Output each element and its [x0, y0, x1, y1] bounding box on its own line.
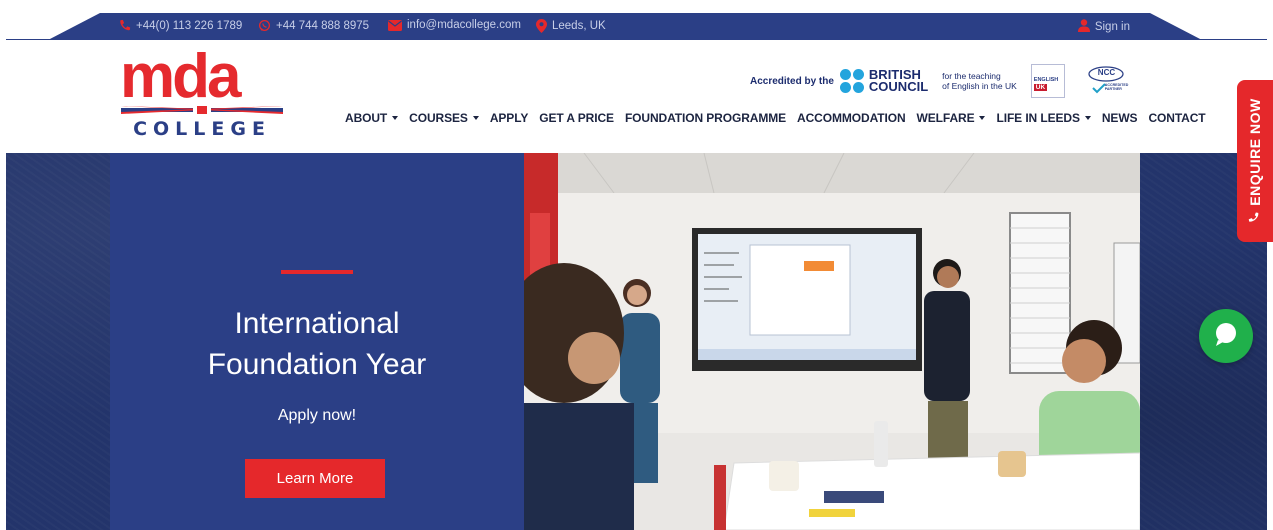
- classroom-photo: [524, 153, 1140, 530]
- phone-contact[interactable]: +44(0) 113 226 1789: [118, 19, 242, 32]
- accredited-by-text: Accredited by the: [750, 75, 834, 87]
- nav-contact[interactable]: CONTACT: [1148, 111, 1205, 125]
- nav-contact-label: CONTACT: [1148, 111, 1206, 125]
- map-pin-icon: [536, 19, 547, 33]
- nav-foundation-programme[interactable]: FOUNDATION PROGRAMME: [625, 111, 786, 125]
- english-uk-bottom: UK: [1033, 84, 1048, 91]
- bc-tagline-1: for the teaching: [942, 71, 1001, 81]
- british-council-logo: BRITISH COUNCIL: [868, 68, 929, 94]
- email-contact[interactable]: info@mdacollege.com: [388, 19, 521, 31]
- ncc-subtext: ACCREDITED PARTNER: [1104, 83, 1129, 91]
- logo-wordmark: mda: [120, 42, 241, 111]
- main-navigation: ABOUT COURSES APPLY GET A PRICE FOUNDATI…: [345, 111, 1206, 125]
- phone-number-2: +44 744 888 8975: [276, 19, 370, 32]
- nav-apply-label: APPLY: [489, 111, 529, 125]
- caret-down-icon: [392, 116, 399, 120]
- nav-life-in-leeds[interactable]: LIFE IN LEEDS: [996, 111, 1091, 125]
- hero-accent-line: [281, 270, 353, 274]
- nav-accommodation-label: ACCOMMODATION: [797, 111, 906, 125]
- phone-handset-icon: [1247, 212, 1263, 224]
- accreditation-strip: Accredited by the BRITISH COUNCIL for th…: [750, 64, 1129, 98]
- top-contact-bar-wrapper: +44(0) 113 226 1789 +44 744 888 8975 inf…: [0, 0, 1273, 42]
- chat-widget-button[interactable]: [1199, 309, 1253, 363]
- hero-title-line-2: Foundation Year: [207, 348, 427, 381]
- email-address: info@mdacollege.com: [407, 19, 521, 31]
- nav-news-label: NEWS: [1101, 111, 1138, 125]
- nav-get-a-price[interactable]: GET A PRICE: [539, 111, 614, 125]
- phone-icon: [118, 19, 131, 32]
- user-icon: [1077, 19, 1090, 35]
- logo-union-stripe: [121, 106, 283, 114]
- sign-in-link[interactable]: Sign in: [1077, 19, 1130, 35]
- enquire-now-content: ENQUIRE NOW: [1247, 98, 1263, 223]
- nav-accommodation[interactable]: ACCOMMODATION: [797, 111, 906, 125]
- phone-number-1: +44(0) 113 226 1789: [136, 19, 243, 32]
- nav-courses-label: COURSES: [409, 111, 468, 125]
- logo-college-text: COLLEGE: [133, 118, 271, 140]
- classroom-illustration: [524, 153, 1140, 530]
- nav-about[interactable]: ABOUT: [345, 111, 399, 125]
- mda-college-logo[interactable]: mda COLLEGE: [118, 46, 286, 144]
- location-text: Leeds, UK: [552, 20, 606, 32]
- nav-news[interactable]: NEWS: [1102, 111, 1138, 125]
- hero-subtitle: Apply now!: [277, 407, 357, 424]
- nav-life-in-leeds-label: LIFE IN LEEDS: [996, 111, 1080, 125]
- hero-title-line-1: International: [234, 307, 400, 340]
- envelope-icon: [388, 19, 402, 31]
- whatsapp-contact[interactable]: +44 744 888 8975: [258, 19, 369, 32]
- nav-apply[interactable]: APPLY: [489, 111, 529, 125]
- bc-tagline-2: of English in the UK: [942, 81, 1017, 91]
- whatsapp-icon: [258, 19, 271, 32]
- caret-down-icon: [979, 116, 986, 120]
- hero-title: International Foundation Year: [110, 303, 524, 385]
- british-council-tagline: for the teaching of English in the UK: [942, 71, 1017, 91]
- caret-down-icon: [472, 116, 479, 120]
- nav-courses[interactable]: COURSES: [409, 111, 479, 125]
- english-uk-logo: ENGLISH UK: [1030, 64, 1065, 98]
- sign-in-label: Sign in: [1094, 21, 1130, 33]
- hero-banner: International Foundation Year Apply now!…: [6, 153, 1267, 530]
- british-council-logo-dots: [839, 69, 864, 93]
- ncc-text: NCC: [1097, 68, 1116, 77]
- caret-down-icon: [1084, 116, 1091, 120]
- enquire-now-tab[interactable]: ENQUIRE NOW: [1237, 80, 1273, 242]
- english-uk-top: ENGLISH: [1033, 77, 1059, 83]
- chat-bubble-icon: [1212, 320, 1240, 353]
- nav-get-a-price-label: GET A PRICE: [539, 111, 614, 125]
- nav-welfare[interactable]: WELFARE: [917, 111, 986, 125]
- nav-welfare-label: WELFARE: [916, 111, 975, 125]
- ncc-logo: NCC ACCREDITED PARTNER: [1083, 64, 1129, 98]
- learn-more-button[interactable]: Learn More: [245, 459, 385, 498]
- nav-foundation-programme-label: FOUNDATION PROGRAMME: [624, 111, 787, 125]
- bc-line-2: COUNCIL: [868, 79, 929, 94]
- nav-about-label: ABOUT: [345, 111, 388, 125]
- location-contact: Leeds, UK: [536, 19, 606, 33]
- top-contact-bar: +44(0) 113 226 1789 +44 744 888 8975 inf…: [48, 13, 1202, 40]
- enquire-now-label: ENQUIRE NOW: [1247, 98, 1263, 206]
